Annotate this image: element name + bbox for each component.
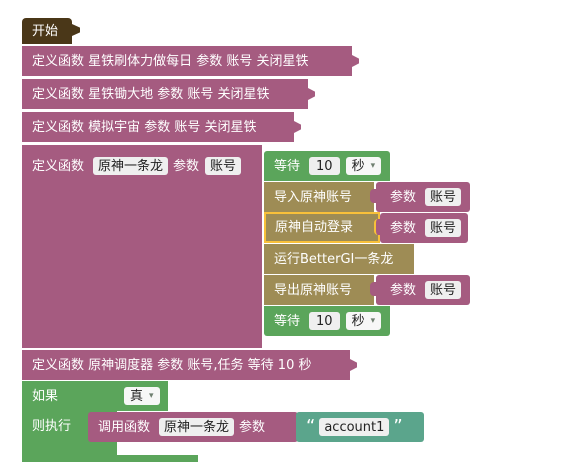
string-block[interactable]: “ account1 ”	[296, 412, 424, 442]
param-account-field[interactable]: 账号	[425, 219, 462, 237]
true-dropdown[interactable]: 真 ▾	[124, 387, 160, 405]
then-keyword: 则执行	[32, 418, 72, 434]
export-account-label: 导出原神账号	[274, 282, 353, 298]
procedure-param-field[interactable]: 账号	[205, 157, 242, 175]
wait-seconds-input[interactable]: 10	[309, 312, 340, 330]
import-account-label: 导入原神账号	[274, 189, 353, 205]
wait-block[interactable]: 等待 10 秒 ▾	[264, 306, 390, 336]
wait-unit-value: 秒	[351, 158, 365, 174]
auto-login-block[interactable]: 原神自动登录	[264, 212, 380, 243]
call-name-field[interactable]: 原神一条龙	[159, 418, 235, 436]
procedure-def-label: 定义函数 原神调度器 参数 账号,任务 等待 10 秒	[32, 357, 312, 373]
wait-block[interactable]: 等待 10 秒 ▾	[264, 151, 390, 181]
start-label: 开始	[32, 23, 59, 39]
procedure-def-notch	[350, 359, 357, 371]
wait-label: 等待	[274, 158, 301, 174]
start-block-notch	[72, 24, 80, 36]
export-account-block[interactable]: 导出原神账号	[264, 275, 374, 305]
wait-seconds-input[interactable]: 10	[309, 157, 340, 175]
true-value-block[interactable]: 真 ▾	[117, 383, 167, 409]
call-procedure-block[interactable]: 调用函数 原神一条龙 参数	[88, 412, 298, 442]
procedure-def-genshin-scheduler[interactable]: 定义函数 原神调度器 参数 账号,任务 等待 10 秒	[22, 350, 350, 380]
wait-unit-dropdown[interactable]: 秒 ▾	[345, 157, 382, 175]
procedure-def-notch	[352, 55, 359, 67]
param-label: 参数	[390, 220, 417, 236]
puzzle-connector	[374, 219, 382, 235]
chevron-down-icon: ▾	[149, 390, 154, 401]
puzzle-connector	[370, 189, 378, 203]
chevron-down-icon: ▾	[370, 160, 376, 171]
if-keyword: 如果	[32, 388, 59, 404]
puzzle-connector	[370, 282, 378, 296]
param-value-block[interactable]: 参数 账号	[376, 182, 470, 212]
call-keyword: 调用函数	[98, 419, 151, 435]
wait-label: 等待	[274, 313, 301, 329]
procedure-def-label: 定义函数 星铁刷体力做每日 参数 账号 关闭星铁	[32, 53, 309, 69]
run-bettergi-block[interactable]: 运行BetterGI一条龙	[264, 244, 414, 274]
next-block-partial[interactable]	[22, 455, 198, 462]
import-account-block[interactable]: 导入原神账号	[264, 182, 374, 212]
true-value: 真	[130, 388, 144, 404]
chevron-down-icon: ▾	[370, 315, 376, 326]
procedure-def-header: 定义函数 原神一条龙 参数 账号	[32, 155, 244, 177]
param-label: 参数	[390, 189, 417, 205]
start-block[interactable]: 开始	[22, 18, 72, 44]
procedure-param-keyword: 参数	[173, 158, 200, 174]
procedure-def-notch	[308, 88, 315, 100]
quote-open-icon: “	[306, 416, 316, 437]
quote-close-icon: ”	[393, 416, 403, 437]
auto-login-label: 原神自动登录	[275, 220, 354, 235]
procedure-def-notch	[294, 121, 301, 133]
run-bettergi-label: 运行BetterGI一条龙	[274, 251, 394, 267]
procedure-def-simulated-universe[interactable]: 定义函数 模拟宇宙 参数 账号 关闭星铁	[22, 112, 294, 142]
then-label: 则执行	[32, 418, 71, 434]
param-account-field[interactable]: 账号	[425, 188, 462, 206]
param-label: 参数	[390, 282, 417, 298]
procedure-def-label: 定义函数 星铁锄大地 参数 账号 关闭星铁	[32, 86, 270, 102]
param-value-block[interactable]: 参数 账号	[380, 213, 468, 243]
procedure-def-label: 定义函数 模拟宇宙 参数 账号 关闭星铁	[32, 119, 257, 135]
call-param-keyword: 参数	[239, 419, 266, 435]
procedure-name-field[interactable]: 原神一条龙	[93, 157, 169, 175]
string-input[interactable]: account1	[319, 418, 390, 436]
wait-unit-value: 秒	[351, 313, 365, 329]
param-account-field[interactable]: 账号	[425, 281, 462, 299]
procedure-def-keyword: 定义函数	[32, 158, 85, 174]
procedure-def-xingtie-daily[interactable]: 定义函数 星铁刷体力做每日 参数 账号 关闭星铁	[22, 46, 352, 76]
procedure-def-xingtie-dig[interactable]: 定义函数 星铁锄大地 参数 账号 关闭星铁	[22, 79, 308, 109]
procedure-def-bottom	[22, 336, 262, 348]
if-label: 如果	[32, 388, 58, 404]
wait-unit-dropdown[interactable]: 秒 ▾	[345, 312, 382, 330]
param-value-block[interactable]: 参数 账号	[376, 275, 470, 305]
